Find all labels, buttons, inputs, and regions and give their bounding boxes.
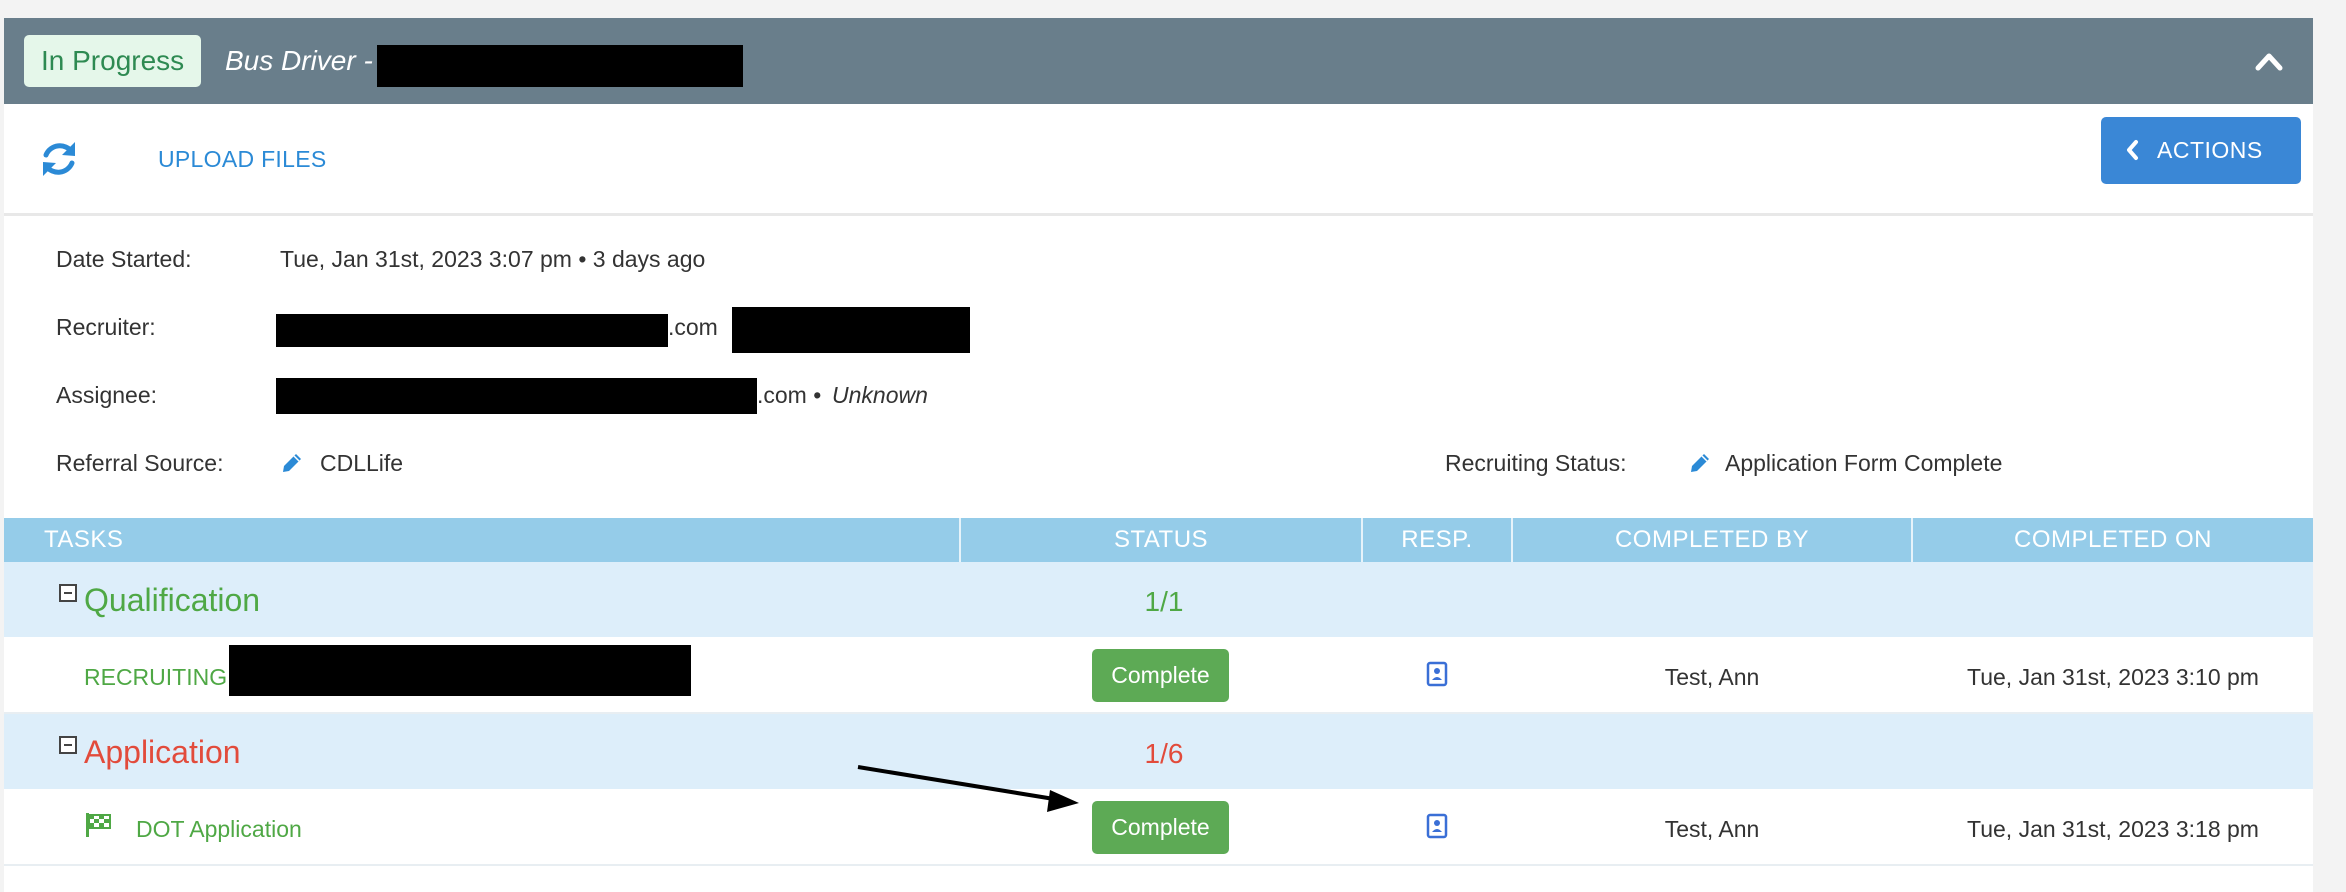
group-progress: 1/1 xyxy=(1144,586,1184,617)
redacted-recruiter-email xyxy=(276,314,668,347)
pencil-icon[interactable] xyxy=(1688,451,1712,475)
recruiter-email-suffix: .com xyxy=(668,314,718,340)
tasks-table-header: TASKS STATUS RESP. COMPLETED BY COMPLETE… xyxy=(4,518,2313,562)
task-name-link[interactable]: DOT Application xyxy=(136,814,302,844)
onboarding-panel: In Progress Bus Driver - UPLOAD FILES AC… xyxy=(4,18,2313,892)
redacted-task-detail xyxy=(229,645,691,696)
group-row-qualification[interactable]: Qualification 1/1 xyxy=(4,562,2313,637)
checkered-flag-icon xyxy=(86,813,111,837)
task-name-link[interactable]: RECRUITING xyxy=(84,662,227,692)
group-row-application[interactable]: Application 1/6 xyxy=(4,714,2313,789)
page-scroll-gutter xyxy=(2313,0,2346,892)
status-complete-button[interactable]: Complete xyxy=(1092,801,1229,854)
redacted-recruiter-phone xyxy=(732,307,970,353)
column-header-status[interactable]: STATUS xyxy=(961,518,1361,562)
recruiting-status-label: Recruiting Status: xyxy=(1445,450,1627,476)
actions-label: ACTIONS xyxy=(2157,137,2263,163)
assignee-status: Unknown xyxy=(832,382,928,408)
completed-by: Test, Ann xyxy=(1664,664,1760,690)
actions-button[interactable]: ACTIONS xyxy=(2101,117,2301,184)
group-name: Qualification xyxy=(84,582,261,618)
date-started-value: Tue, Jan 31st, 2023 3:07 pm • 3 days ago xyxy=(280,246,706,272)
chevron-up-icon[interactable] xyxy=(2254,48,2284,74)
contact-card-icon[interactable] xyxy=(1426,661,1448,687)
column-header-completed-on[interactable]: COMPLETED ON xyxy=(1913,518,2313,562)
chevron-left-icon xyxy=(2127,140,2138,160)
group-progress: 1/6 xyxy=(1144,738,1184,769)
column-header-resp[interactable]: RESP. xyxy=(1363,518,1511,562)
collapse-toggle-icon[interactable] xyxy=(59,584,77,602)
toolbar: UPLOAD FILES ACTIONS xyxy=(4,104,2313,216)
redacted-assignee-email xyxy=(276,378,757,414)
status-badge: In Progress xyxy=(24,35,202,87)
assignee-email-suffix: .com • xyxy=(757,382,822,408)
table-row[interactable]: DOT Application Complete Test, Ann Tue, … xyxy=(4,789,2313,866)
referral-source-label: Referral Source: xyxy=(56,450,224,476)
referral-source-value: CDLLife xyxy=(320,450,404,476)
contact-card-icon[interactable] xyxy=(1426,813,1448,839)
panel-header[interactable]: In Progress Bus Driver - xyxy=(4,18,2313,104)
job-title: Bus Driver - xyxy=(225,45,373,76)
status-complete-button[interactable]: Complete xyxy=(1092,649,1229,702)
recruiter-label: Recruiter: xyxy=(56,314,156,340)
completed-on: Tue, Jan 31st, 2023 3:18 pm xyxy=(1967,816,2259,842)
collapse-toggle-icon[interactable] xyxy=(59,736,77,754)
table-row[interactable]: RECRUITING Complete Test, Ann Tue, Jan 3… xyxy=(4,637,2313,714)
completed-on: Tue, Jan 31st, 2023 3:10 pm xyxy=(1967,664,2259,690)
assignee-label: Assignee: xyxy=(56,382,158,408)
completed-by: Test, Ann xyxy=(1664,816,1760,842)
upload-files-button[interactable]: UPLOAD FILES xyxy=(158,142,327,176)
page-backdrop xyxy=(0,0,2346,18)
refresh-icon[interactable] xyxy=(38,138,80,180)
pencil-icon[interactable] xyxy=(280,451,304,475)
column-header-completed-by[interactable]: COMPLETED BY xyxy=(1513,518,1911,562)
redacted-name xyxy=(377,45,743,87)
date-started-label: Date Started: xyxy=(56,246,192,272)
group-name: Application xyxy=(84,734,241,770)
recruiting-status-value: Application Form Complete xyxy=(1725,450,2003,476)
column-header-tasks[interactable]: TASKS xyxy=(44,518,123,562)
